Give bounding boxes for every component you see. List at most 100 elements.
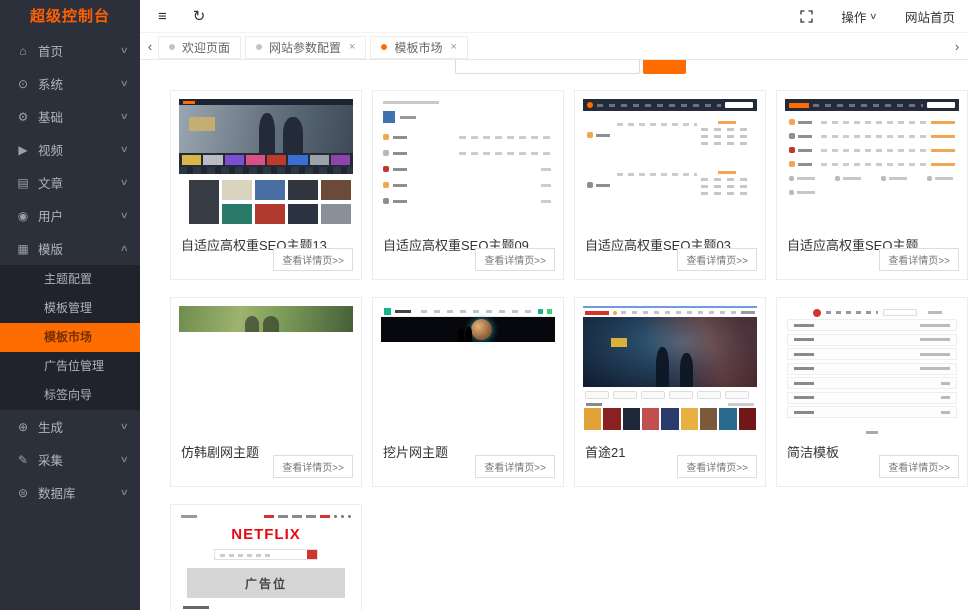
thumb-hero-banner [381, 317, 555, 342]
chevron-down-icon: ∨ [120, 45, 129, 56]
sidebar-item-label: 生成 [38, 417, 121, 436]
thumb-list-row [381, 193, 555, 209]
sidebar-item-label: 文章 [38, 173, 121, 192]
sidebar-item-template[interactable]: ▦ 模版 ∧ [0, 232, 140, 265]
chevron-down-icon: ∨ [120, 144, 129, 155]
sidebar-item-ad-slot-manage[interactable]: 广告位管理 [0, 352, 140, 381]
view-details-button[interactable]: 查看详情页>> [879, 455, 959, 478]
sidebar-item-collect[interactable]: ✎ 采集 ∨ [0, 443, 140, 476]
thumb-subtitle [183, 606, 209, 609]
template-card[interactable]: 自适应高权重SEO主题09 查看详情页>> [372, 90, 564, 280]
sidebar-item-label: 基础 [38, 107, 121, 126]
sidebar-item-label: 采集 [38, 450, 121, 469]
sidebar-item-article[interactable]: ▤ 文章 ∨ [0, 166, 140, 199]
thumb-section-label [583, 399, 757, 408]
search-button[interactable] [643, 60, 686, 74]
card-title: 简洁模板 [787, 442, 839, 461]
sidebar-item-theme-config[interactable]: 主题配置 [0, 265, 140, 294]
template-icon: ▦ [16, 242, 30, 256]
tab-label: 模板市场 [394, 39, 442, 56]
thumb-section [583, 149, 757, 199]
thumb-row [785, 111, 959, 125]
sidebar-item-template-market[interactable]: 模板市场 [0, 323, 140, 352]
thumb-pagination [785, 421, 959, 434]
sidebar-item-home[interactable]: ⌂ 首页 ∨ [0, 34, 140, 67]
search-bar [455, 60, 686, 74]
chevron-down-icon: ∨ [869, 11, 878, 22]
document-icon: ▤ [16, 176, 30, 190]
view-details-button[interactable]: 查看详情页>> [677, 455, 757, 478]
search-input[interactable] [455, 60, 640, 74]
close-icon[interactable]: × [349, 42, 355, 53]
template-card[interactable]: 简洁模板 查看详情页>> [776, 297, 968, 487]
thumb-poster-row [583, 408, 757, 430]
view-details-button[interactable]: 查看详情页>> [677, 248, 757, 271]
sidebar: 超级控制台 ⌂ 首页 ∨ ⊙ 系统 ∨ ⚙ 基础 ∨ ▶ 视频 ∨ ▤ 文章 ∨… [0, 0, 140, 610]
thumb-photo-banner [179, 306, 353, 332]
sidebar-item-tag-wizard[interactable]: 标签向导 [0, 381, 140, 410]
card-title: 仿韩剧网主题 [181, 442, 259, 461]
sidebar-item-label: 视频 [38, 140, 121, 159]
thumb-search-box [214, 549, 318, 560]
sidebar-item-database[interactable]: ⊜ 数据库 ∨ [0, 476, 140, 509]
template-card[interactable]: 自适应高权重SEO主题03 查看详情页>> [574, 90, 766, 280]
fullscreen-icon[interactable] [800, 10, 813, 23]
tab-site-params[interactable]: 网站参数配置 × [245, 36, 366, 59]
tab-scroll-right-icon[interactable]: › [949, 39, 965, 54]
close-icon[interactable]: × [450, 42, 456, 53]
refresh-icon[interactable]: ↻ [193, 9, 206, 24]
template-card[interactable]: 挖片网主题 查看详情页>> [372, 297, 564, 487]
thumb-list-row [381, 161, 555, 177]
thumb-link-columns [785, 181, 959, 195]
thumb-list-row [787, 377, 957, 389]
template-card[interactable]: 首途21 查看详情页>> [574, 297, 766, 487]
card-thumbnail [381, 99, 555, 227]
template-card[interactable]: 自适应高权重SEO主题 查看详情页>> [776, 90, 968, 280]
view-details-button[interactable]: 查看详情页>> [879, 248, 959, 271]
tab-template-market[interactable]: 模板市场 × [370, 36, 467, 59]
chevron-down-icon: ∨ [120, 177, 129, 188]
view-details-button[interactable]: 查看详情页>> [273, 248, 353, 271]
thumb-navbar [381, 306, 555, 317]
chevron-down-icon: ∨ [120, 111, 129, 122]
sidebar-item-template-manage[interactable]: 模板管理 [0, 294, 140, 323]
template-submenu: 主题配置 模板管理 模板市场 广告位管理 标签向导 [0, 265, 140, 410]
view-details-button[interactable]: 查看详情页>> [475, 248, 555, 271]
thumb-row [785, 153, 959, 167]
tab-welcome[interactable]: 欢迎页面 [158, 36, 241, 59]
actions-dropdown[interactable]: 操作 ∨ [841, 7, 877, 26]
chevron-down-icon: ∨ [120, 487, 129, 498]
sidebar-item-label: 模版 [38, 239, 121, 258]
thumb-list-row [787, 334, 957, 346]
sidebar-item-user[interactable]: ◉ 用户 ∨ [0, 199, 140, 232]
site-home-link[interactable]: 网站首页 [905, 7, 955, 26]
system-icon: ⊙ [16, 77, 30, 91]
sidebar-item-basic[interactable]: ⚙ 基础 ∨ [0, 100, 140, 133]
tab-scroll-left-icon[interactable]: ‹ [142, 39, 158, 54]
home-icon: ⌂ [16, 44, 30, 58]
thumb-menu-strip [179, 167, 353, 174]
thumb-section [583, 111, 757, 149]
generate-icon: ⊕ [16, 420, 30, 434]
sidebar-item-video[interactable]: ▶ 视频 ∨ [0, 133, 140, 166]
template-card-grid: 自适应高权重SEO主题13 查看详情页>> 自适应高权重SEO主题09 查看详情… [170, 90, 968, 610]
thumb-navbar [583, 99, 757, 111]
thumb-header [785, 306, 959, 319]
view-details-button[interactable]: 查看详情页>> [475, 455, 555, 478]
thumb-list-row [787, 392, 957, 404]
template-market-content: 自适应高权重SEO主题13 查看详情页>> 自适应高权重SEO主题09 查看详情… [140, 60, 969, 610]
pencil-icon: ✎ [16, 453, 30, 467]
thumb-list-row [381, 177, 555, 193]
sidebar-toggle-icon[interactable]: ≡ [158, 9, 167, 24]
template-card[interactable]: NETFLIX 广告位 [170, 504, 362, 610]
card-thumbnail [785, 306, 959, 434]
tab-label: 网站参数配置 [269, 39, 341, 56]
sidebar-item-label: 首页 [38, 41, 121, 60]
template-card[interactable]: 自适应高权重SEO主题13 查看详情页>> [170, 90, 362, 280]
view-details-button[interactable]: 查看详情页>> [273, 455, 353, 478]
sidebar-item-label: 用户 [38, 206, 121, 225]
sidebar-item-system[interactable]: ⊙ 系统 ∨ [0, 67, 140, 100]
template-card[interactable]: 仿韩剧网主题 查看详情页>> [170, 297, 362, 487]
thumb-navbar [785, 99, 959, 111]
sidebar-item-generate[interactable]: ⊕ 生成 ∨ [0, 410, 140, 443]
